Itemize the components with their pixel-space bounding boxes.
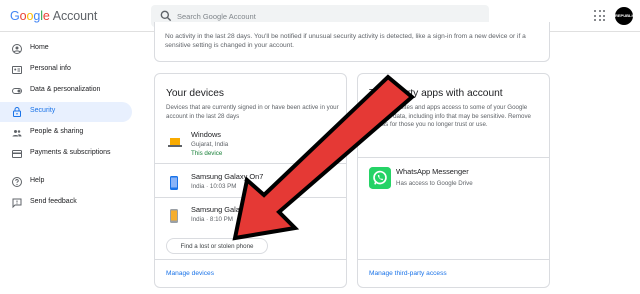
home-icon	[12, 44, 22, 54]
sidebar-item-label: People & sharing	[30, 128, 84, 135]
sidebar-item-payments[interactable]: Payments & subscriptions	[0, 144, 132, 164]
sidebar-item-data-personalization[interactable]: Data & personalization	[0, 81, 132, 101]
divider	[155, 163, 346, 164]
your-devices-card: Your devices Devices that are currently …	[154, 73, 347, 288]
device-name: Samsung Galaxy	[191, 205, 248, 214]
sidebar-item-help[interactable]: Help	[0, 172, 132, 192]
device-row-galaxy[interactable]: Samsung Galaxy India · 8:10 PM	[166, 205, 336, 235]
lock-icon	[13, 107, 21, 117]
search-icon	[160, 10, 172, 22]
help-icon	[12, 177, 22, 187]
sidebar-item-label: Data & personalization	[30, 86, 101, 93]
people-icon	[12, 130, 22, 137]
feedback-icon	[12, 198, 22, 209]
security-activity-text: No activity in the last 28 days. You'll …	[165, 33, 526, 49]
sidebar-item-home[interactable]: Home	[0, 39, 132, 59]
device-last-active: India · 8:10 PM	[191, 216, 233, 223]
whatsapp-icon[interactable]	[369, 167, 391, 189]
device-row-windows[interactable]: Windows Gujarat, India This device	[166, 130, 336, 160]
app-access-description: Has access to Google Drive	[396, 180, 473, 187]
google-account-logo[interactable]: Google Account	[10, 9, 97, 23]
sidebar-item-people-sharing[interactable]: People & sharing	[0, 123, 132, 143]
divider	[155, 197, 346, 198]
divider	[155, 259, 346, 260]
apps-grid-icon[interactable]	[594, 10, 606, 22]
third-party-title: Third-party apps with account	[369, 88, 503, 99]
manage-third-party-access-link[interactable]: Manage third-party access	[369, 270, 447, 277]
avatar[interactable]: REPUBLIC WORLD	[615, 7, 635, 36]
sidebar-item-send-feedback[interactable]: Send feedback	[0, 193, 132, 213]
sidebar-item-label: Personal info	[30, 65, 71, 72]
app-name[interactable]: WhatsApp Messenger	[396, 167, 469, 176]
phone-icon	[170, 209, 178, 223]
sidebar-item-label: Help	[30, 177, 45, 184]
manage-devices-link[interactable]: Manage devices	[166, 270, 214, 277]
sidebar-item-label: Payments & subscriptions	[30, 149, 111, 156]
sidebar-item-label: Home	[30, 44, 49, 51]
divider	[358, 259, 549, 260]
device-name: Samsung Galaxy On7	[191, 172, 264, 181]
logo-account-word: Account	[52, 9, 98, 23]
device-name: Windows	[191, 130, 221, 139]
devices-title: Your devices	[166, 88, 224, 99]
divider	[358, 157, 549, 158]
laptop-icon	[168, 138, 182, 147]
this-device-label: This device	[191, 150, 223, 157]
phone-icon	[170, 176, 178, 190]
find-lost-phone-button[interactable]: Find a lost or stolen phone	[166, 238, 268, 254]
sidebar-item-personal-info[interactable]: Personal info	[0, 60, 132, 80]
sidebar-item-security[interactable]: Security	[0, 102, 132, 122]
id-card-icon	[12, 66, 22, 74]
device-location: Gujarat, India	[191, 141, 229, 148]
device-last-active: India · 10:03 PM	[191, 183, 237, 190]
toggle-icon	[12, 88, 22, 94]
third-party-apps-card: Third-party apps with account Give these…	[357, 73, 550, 288]
credit-card-icon	[12, 150, 22, 158]
sidebar-item-label: Security	[30, 107, 56, 114]
third-party-description: Give these sites and apps access to some…	[369, 104, 531, 129]
sidebar-item-label: Send feedback	[30, 198, 77, 205]
devices-description: Devices that are currently signed in or …	[166, 104, 339, 120]
sidebar: Home Personal info Data & personalizatio…	[0, 33, 135, 294]
recent-security-activity-card: No activity in the last 28 days. You'll …	[154, 22, 550, 62]
